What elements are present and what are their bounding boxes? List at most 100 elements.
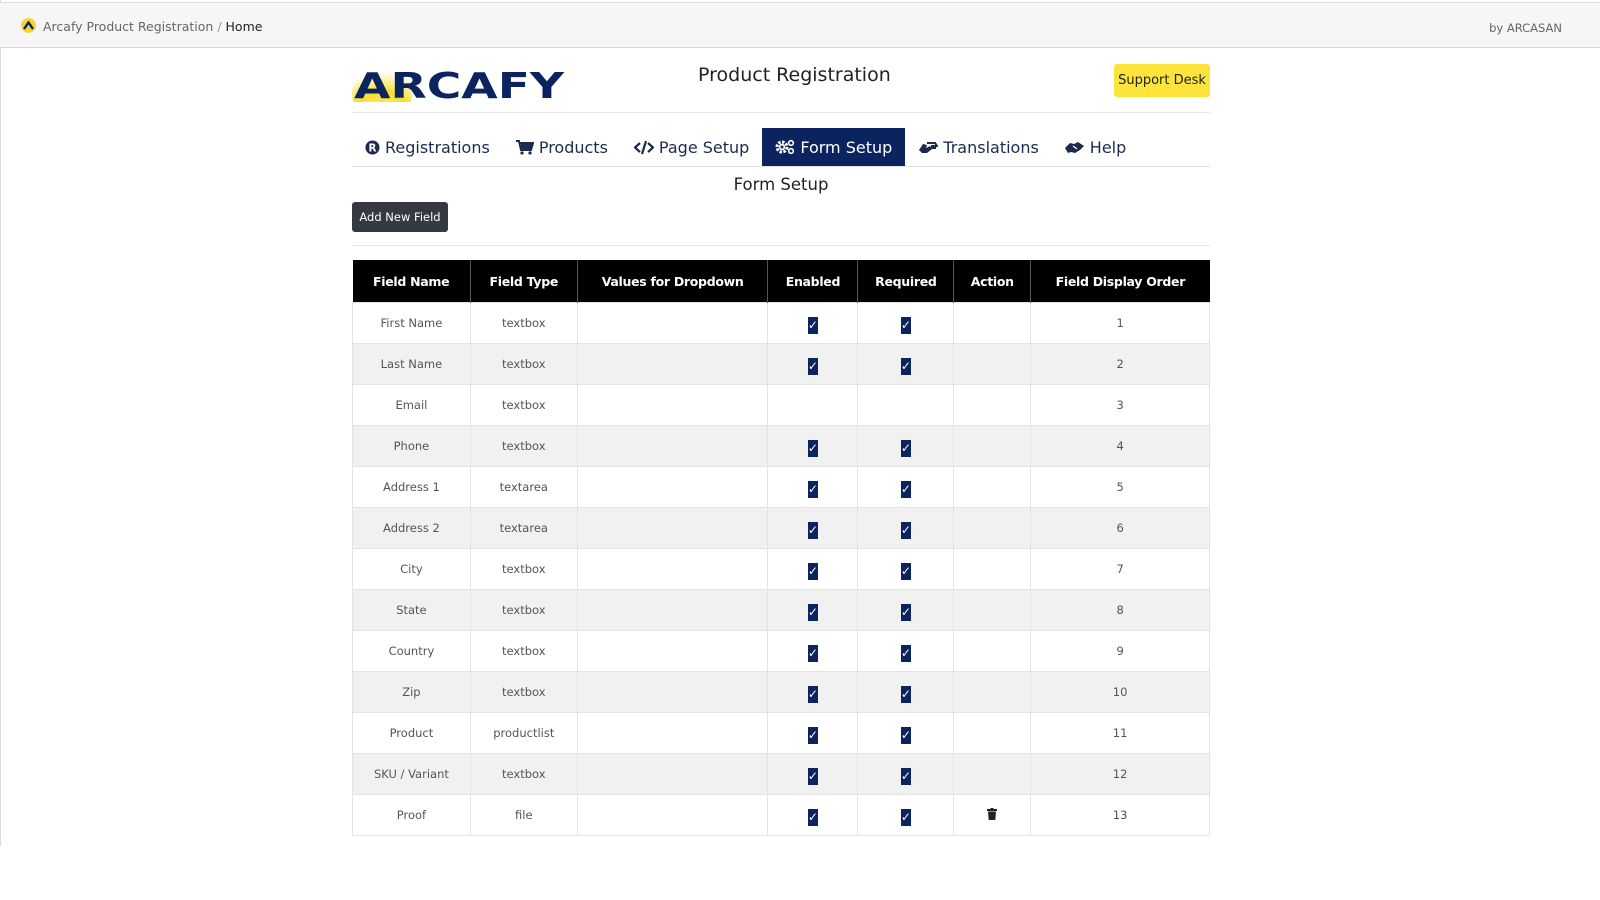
cell-display-order: 11 — [1030, 712, 1210, 754]
enabled-checkbox[interactable]: ✓ — [807, 603, 818, 621]
cell-dropdown-values — [576, 753, 769, 795]
column-header-required: Required — [857, 260, 955, 303]
tab-label: Registrations — [385, 137, 490, 157]
cell-action — [953, 589, 1032, 631]
cell-enabled: ✓ — [767, 466, 859, 508]
required-checkbox[interactable]: ✓ — [900, 767, 911, 785]
table-row: Product productlist ✓ ✓ 11 — [352, 712, 1210, 754]
required-checkbox[interactable]: ✓ — [900, 726, 911, 744]
tab-label: Page Setup — [658, 137, 750, 157]
cell-display-order: 2 — [1030, 343, 1210, 385]
cell-display-order: 7 — [1030, 548, 1210, 590]
tab-translations[interactable]: Translations — [905, 128, 1052, 166]
enabled-checkbox[interactable]: ✓ — [807, 644, 818, 662]
cell-field-type: textbox — [469, 302, 578, 344]
enabled-checkbox[interactable]: ✓ — [807, 521, 818, 539]
required-checkbox[interactable]: ✓ — [900, 562, 911, 580]
cell-field-name: Proof — [352, 794, 471, 836]
add-new-field-button[interactable]: Add New Field — [352, 202, 448, 232]
tab-label: Products — [538, 137, 608, 157]
cell-field-type: textbox — [469, 589, 578, 631]
cell-required: ✓ — [857, 630, 955, 672]
enabled-checkbox[interactable]: ✓ — [807, 685, 818, 703]
cell-field-type: textbox — [469, 425, 578, 467]
cell-action — [953, 507, 1032, 549]
enabled-checkbox[interactable]: ✓ — [807, 480, 818, 498]
required-checkbox[interactable]: ✓ — [900, 808, 911, 826]
cell-field-name: Zip — [352, 671, 471, 713]
enabled-checkbox[interactable]: ✓ — [807, 357, 818, 375]
required-checkbox[interactable]: ✓ — [900, 316, 911, 334]
breadcrumb: Arcafy Product Registration / Home — [43, 19, 262, 34]
tab-registrations[interactable]: R Registrations — [352, 128, 503, 166]
cell-field-name: City — [352, 548, 471, 590]
column-header-enabled: Enabled — [767, 260, 859, 303]
cell-action — [953, 466, 1032, 508]
table-row: Address 1 textarea ✓ ✓ 5 — [352, 466, 1210, 508]
required-checkbox[interactable]: ✓ — [900, 685, 911, 703]
table-header-row: Field Name Field Type Values for Dropdow… — [352, 260, 1210, 303]
cell-display-order: 9 — [1030, 630, 1210, 672]
cell-dropdown-values — [576, 466, 769, 508]
cell-action — [953, 753, 1032, 795]
enabled-checkbox[interactable]: ✓ — [807, 726, 818, 744]
cell-display-order: 10 — [1030, 671, 1210, 713]
column-header-field-display-order: Field Display Order — [1030, 260, 1210, 303]
cell-enabled: ✓ — [767, 589, 859, 631]
cell-action — [953, 712, 1032, 754]
table-row: First Name textbox ✓ ✓ 1 — [352, 302, 1210, 344]
enabled-checkbox[interactable]: ✓ — [807, 439, 818, 457]
required-checkbox[interactable]: ✓ — [900, 603, 911, 621]
cogs-icon — [775, 139, 795, 155]
enabled-checkbox[interactable]: ✓ — [807, 767, 818, 785]
cell-dropdown-values — [576, 384, 769, 426]
required-checkbox[interactable]: ✓ — [900, 480, 911, 498]
byline: by ARCASAN — [1489, 21, 1562, 35]
cell-enabled: ✓ — [767, 507, 859, 549]
cell-required: ✓ — [857, 507, 955, 549]
cell-required: ✓ — [857, 753, 955, 795]
table-row: City textbox ✓ ✓ 7 — [352, 548, 1210, 590]
enabled-checkbox[interactable]: ✓ — [807, 808, 818, 826]
cell-field-type: file — [469, 794, 578, 836]
cell-field-name: Email — [352, 384, 471, 426]
cell-dropdown-values — [576, 507, 769, 549]
breadcrumb-current: Home — [225, 19, 263, 34]
table-row: SKU / Variant textbox ✓ ✓ 12 — [352, 753, 1210, 795]
cell-required: ✓ — [857, 712, 955, 754]
tab-label: Form Setup — [800, 137, 893, 157]
cell-field-type: textbox — [469, 548, 578, 590]
cell-field-name: Address 1 — [352, 466, 471, 508]
nav-tabs: R Registrations Products Page Setup Form… — [352, 128, 1210, 167]
cell-required: ✓ — [857, 548, 955, 590]
enabled-checkbox[interactable]: ✓ — [807, 316, 818, 334]
tab-page-setup[interactable]: Page Setup — [621, 128, 762, 166]
enabled-checkbox[interactable]: ✓ — [807, 562, 818, 580]
cell-enabled: ✓ — [767, 712, 859, 754]
cell-display-order: 5 — [1030, 466, 1210, 508]
tab-form-setup[interactable]: Form Setup — [762, 128, 906, 166]
column-header-field-type: Field Type — [470, 260, 578, 303]
tab-products[interactable]: Products — [503, 128, 621, 166]
cell-field-name: Product — [352, 712, 471, 754]
required-checkbox[interactable]: ✓ — [900, 357, 911, 375]
table-row: Proof file ✓ ✓ 13 — [352, 794, 1210, 836]
tab-help[interactable]: Help — [1052, 128, 1139, 166]
cell-required: ✓ — [857, 589, 955, 631]
required-checkbox[interactable]: ✓ — [900, 644, 911, 662]
cell-field-type: textbox — [469, 384, 578, 426]
cell-enabled: ✓ — [767, 630, 859, 672]
cell-dropdown-values — [576, 302, 769, 344]
breadcrumb-app[interactable]: Arcafy Product Registration — [43, 19, 213, 34]
code-icon — [633, 140, 654, 155]
cell-required — [857, 384, 955, 426]
column-header-field-name: Field Name — [352, 260, 471, 303]
required-checkbox[interactable]: ✓ — [900, 439, 911, 457]
cell-field-name: SKU / Variant — [352, 753, 471, 795]
top-bar: Arcafy Product Registration / Home by ARCA… — [0, 2, 1600, 48]
trash-icon[interactable] — [987, 807, 998, 823]
support-desk-button[interactable]: Support Desk — [1114, 64, 1210, 97]
table-row: Zip textbox ✓ ✓ 10 — [352, 671, 1210, 713]
registered-icon: R — [365, 139, 380, 155]
required-checkbox[interactable]: ✓ — [900, 521, 911, 539]
